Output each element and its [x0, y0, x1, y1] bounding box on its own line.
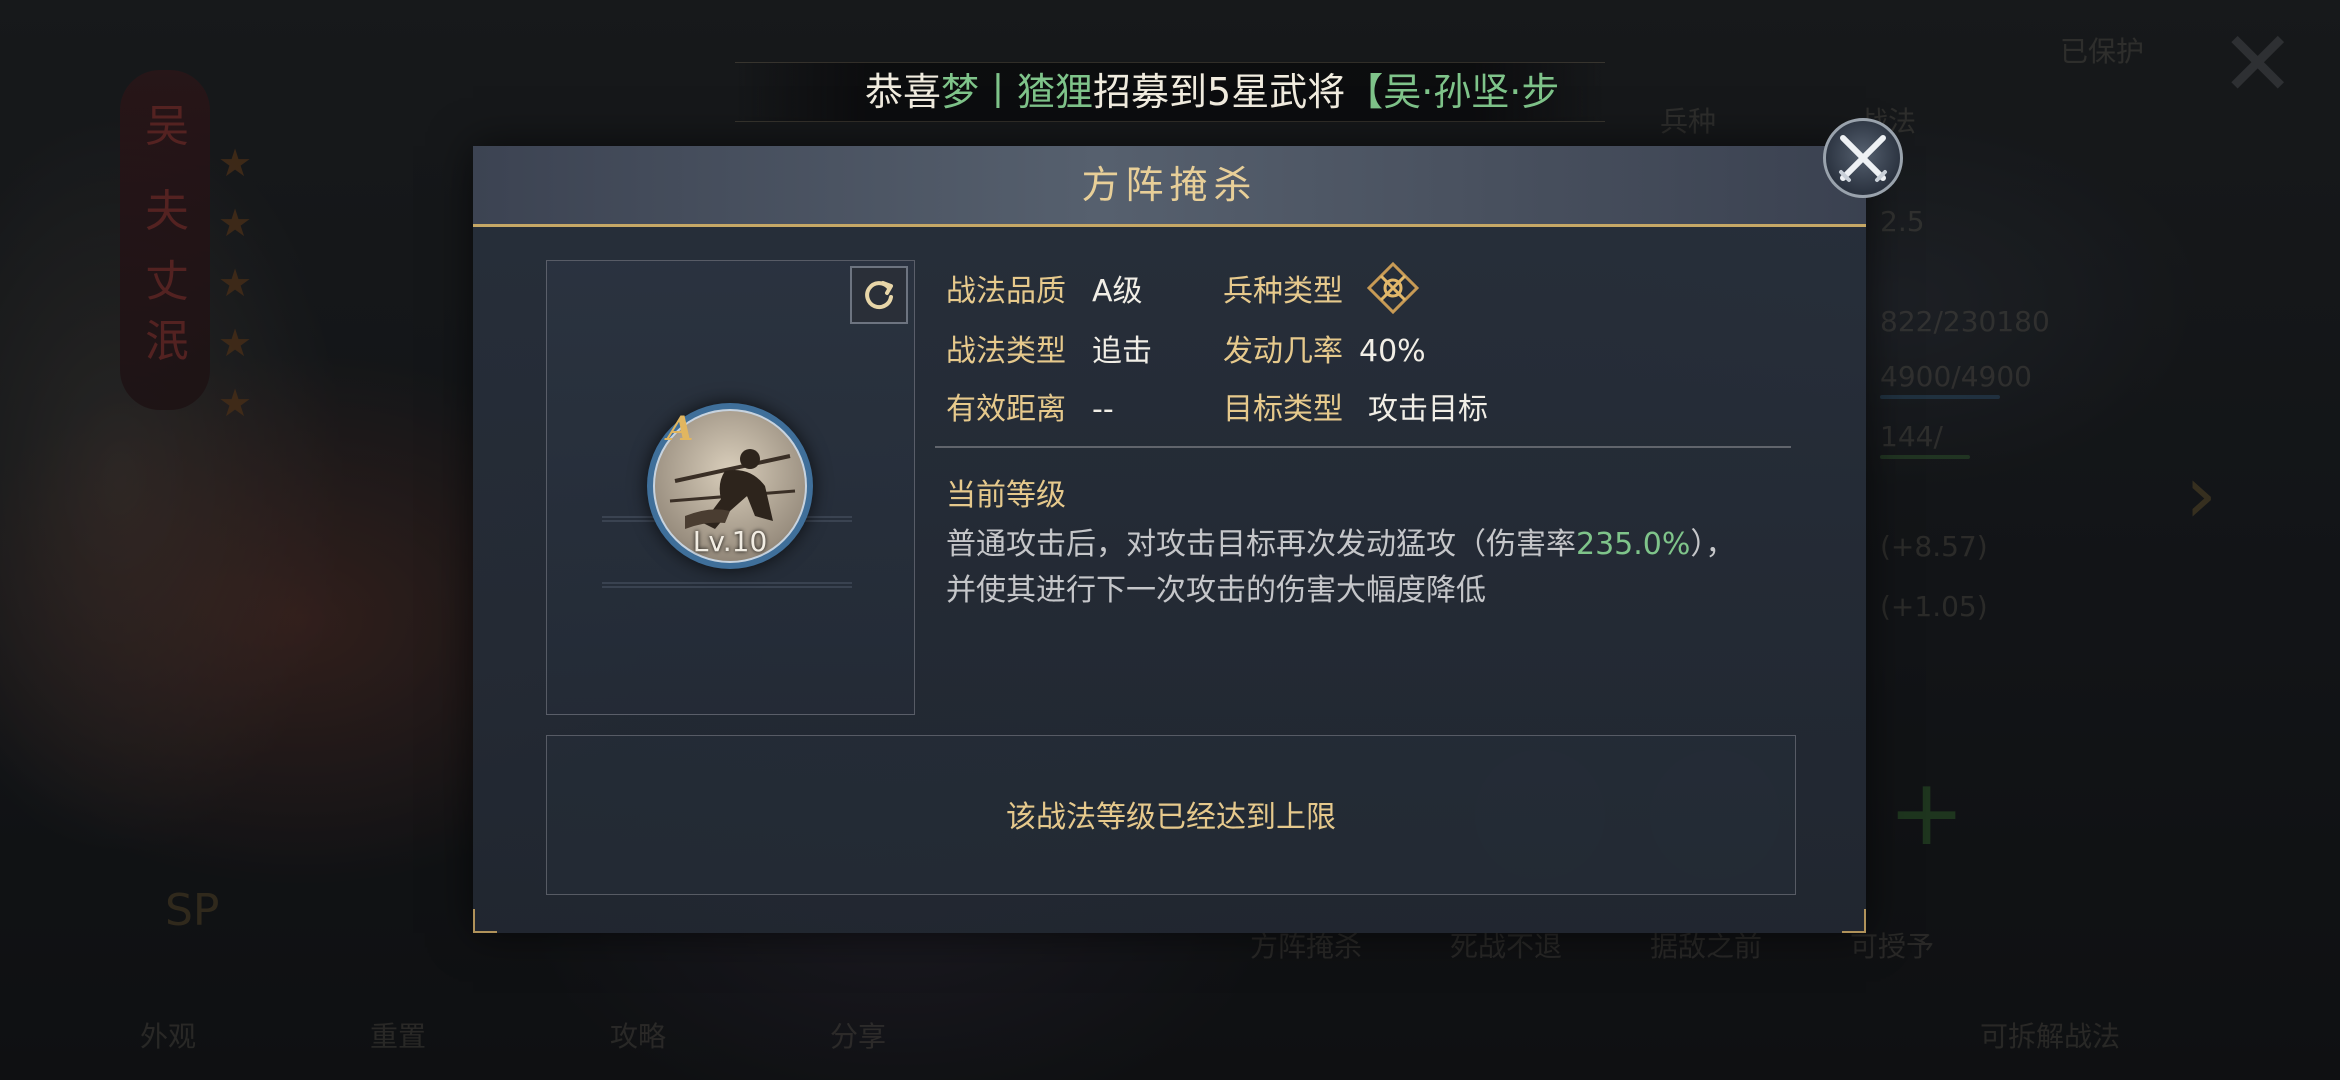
range-value: --: [1092, 392, 1114, 427]
announcement-player: 梦丨猹狸: [941, 70, 1094, 114]
max-level-box: 该战法等级已经达到上限: [546, 735, 1796, 895]
quality-label: 战法品质: [946, 274, 1066, 309]
target-type-label: 目标类型: [1223, 392, 1343, 427]
announcement-middle: 招募到5星武将: [1093, 70, 1346, 114]
announcement-prefix: 恭喜: [865, 70, 942, 114]
refresh-icon: [865, 281, 893, 310]
crossed-arms-icon: [1366, 261, 1420, 315]
range-label: 有效距离: [946, 392, 1066, 427]
description-part1: 普通攻击后，对攻击目标再次发动猛攻（伤害率: [946, 527, 1576, 562]
dialog-title: 方阵掩杀: [1081, 163, 1258, 207]
announcement-text: 恭喜梦丨猹狸招募到5星武将【吴·孙坚·步: [865, 68, 1559, 116]
crossed-swords-close-icon: [1839, 135, 1887, 182]
damage-rate: 235.0%: [1576, 527, 1691, 562]
refresh-button[interactable]: [850, 266, 908, 324]
max-level-message: 该战法等级已经达到上限: [1006, 800, 1336, 835]
dialog-header: 方阵掩杀: [473, 146, 1866, 227]
current-level-label: 当前等级: [946, 478, 1066, 513]
skill-level: Lv.10: [692, 525, 768, 558]
quality-value: A级: [1092, 274, 1143, 309]
trigger-rate-label: 发动几率: [1223, 334, 1343, 369]
announcement-general: 【吴·孙坚·步: [1345, 70, 1560, 114]
corner-ornament: [473, 909, 497, 933]
corner-ornament: [1842, 909, 1866, 933]
close-button[interactable]: [1823, 118, 1903, 198]
divider: [935, 446, 1791, 448]
skill-image-panel: A Lv.10: [546, 260, 915, 715]
skill-description: 普通攻击后，对攻击目标再次发动猛攻（伤害率235.0%）， 并使其进行下一次攻击…: [946, 522, 1846, 614]
arm-type-label: 兵种类型: [1223, 274, 1343, 309]
skill-type-label: 战法类型: [946, 334, 1066, 369]
trigger-rate-value: 40%: [1359, 334, 1426, 369]
skill-grade-badge: A: [667, 409, 694, 449]
skill-type-value: 追击: [1092, 334, 1152, 369]
announcement-ticker: 恭喜梦丨猹狸招募到5星武将【吴·孙坚·步: [735, 62, 1605, 122]
target-type-value: 攻击目标: [1368, 392, 1488, 427]
description-part2: ），: [1690, 527, 1736, 562]
skill-detail-dialog: 方阵掩杀 A Lv.10 战法品质 A级 兵种类型 战法类型 追击 发动几率 4…: [473, 146, 1866, 933]
description-line2: 并使其进行下一次攻击的伤害大幅度降低: [946, 573, 1486, 608]
